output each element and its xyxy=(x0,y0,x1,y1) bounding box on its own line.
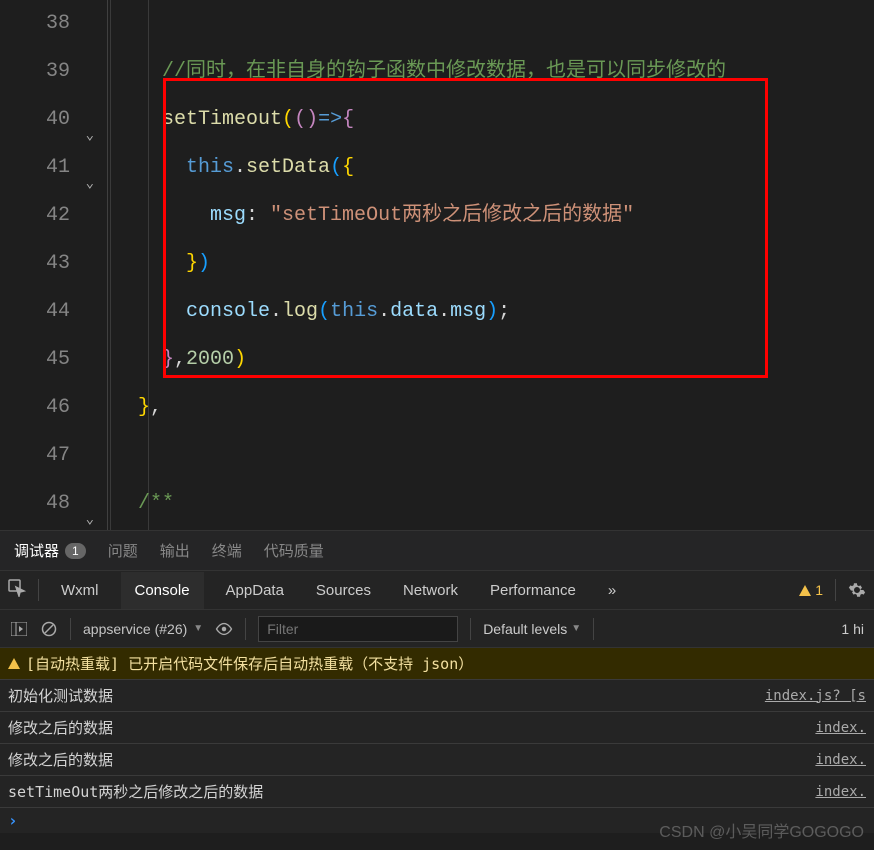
chevron-down-icon: ▼ xyxy=(193,623,203,634)
code-line: },2000) xyxy=(114,336,874,384)
eye-icon[interactable] xyxy=(215,620,233,638)
tab-debugger[interactable]: 调试器1 xyxy=(14,540,86,561)
console-source-link[interactable]: index. xyxy=(815,752,866,768)
console-source-link[interactable]: index. xyxy=(815,720,866,736)
console-message: 修改之后的数据 xyxy=(8,749,113,770)
console-source-link[interactable]: index. xyxy=(815,784,866,800)
line-number: 38 xyxy=(0,0,100,48)
clear-console-icon[interactable] xyxy=(40,620,58,638)
line-number: 47 xyxy=(0,432,100,480)
code-line: }, xyxy=(114,384,874,432)
tab-console[interactable]: Console xyxy=(121,572,204,609)
console-message: [自动热重载] 已开启代码文件保存后自动热重载（不支持 json） xyxy=(26,653,473,674)
filter-input[interactable] xyxy=(258,616,458,642)
chevron-down-icon: ▼ xyxy=(571,623,581,634)
code-line: setTimeout(()=>{ xyxy=(114,96,874,144)
console-row: 修改之后的数据 index. xyxy=(0,712,874,744)
line-number: 44 xyxy=(0,288,100,336)
inspect-element-icon[interactable] xyxy=(8,579,26,601)
line-number: 45 xyxy=(0,336,100,384)
console-row: setTimeOut两秒之后修改之后的数据 index. xyxy=(0,776,874,808)
tab-performance[interactable]: Performance xyxy=(480,582,586,599)
tab-code-quality[interactable]: 代码质量 xyxy=(264,540,324,561)
toggle-sidebar-icon[interactable] xyxy=(10,620,28,638)
warning-icon xyxy=(799,585,811,596)
code-line: //同时，在非自身的钩子函数中修改数据，也是可以同步修改的 xyxy=(114,48,874,96)
tab-network[interactable]: Network xyxy=(393,582,468,599)
devtools-tabs: Wxml Console AppData Sources Network Per… xyxy=(0,570,874,610)
tab-sources[interactable]: Sources xyxy=(306,582,381,599)
prompt-arrow-icon: › xyxy=(8,811,18,830)
code-line: msg: "setTimeOut两秒之后修改之后的数据" xyxy=(114,192,874,240)
debugger-badge: 1 xyxy=(65,543,86,559)
line-number: 40⌄ xyxy=(0,96,100,144)
warnings-badge[interactable]: 1 xyxy=(799,582,823,598)
console-output: [自动热重载] 已开启代码文件保存后自动热重载（不支持 json） 初始化测试数… xyxy=(0,648,874,833)
console-row-warn: [自动热重载] 已开启代码文件保存后自动热重载（不支持 json） xyxy=(0,648,874,680)
hidden-count: 1 hi xyxy=(841,621,864,637)
tab-issues[interactable]: 问题 xyxy=(108,540,138,561)
code-line: /** xyxy=(114,480,874,528)
code-area[interactable]: //同时，在非自身的钩子函数中修改数据，也是可以同步修改的 setTimeout… xyxy=(108,0,874,530)
line-number: 48⌄ xyxy=(0,480,100,528)
console-source-link[interactable]: index.js? [s xyxy=(765,688,866,704)
line-number: 46 xyxy=(0,384,100,432)
console-message: 初始化测试数据 xyxy=(8,685,113,706)
bottom-panel-tabs: 调试器1 问题 输出 终端 代码质量 xyxy=(0,530,874,570)
log-levels-select[interactable]: Default levels ▼ xyxy=(483,621,581,637)
tab-appdata[interactable]: AppData xyxy=(216,582,294,599)
tab-terminal[interactable]: 终端 xyxy=(212,540,242,561)
console-row: 初始化测试数据 index.js? [s xyxy=(0,680,874,712)
context-select[interactable]: appservice (#26) ▼ xyxy=(83,621,203,637)
line-number: 43 xyxy=(0,240,100,288)
tab-output[interactable]: 输出 xyxy=(160,540,190,561)
console-message: 修改之后的数据 xyxy=(8,717,113,738)
tab-wxml[interactable]: Wxml xyxy=(51,582,109,599)
line-gutter: 38 39 40⌄ 41⌄ 42 43 44 45 46 47 48⌄ xyxy=(0,0,108,530)
code-editor[interactable]: 38 39 40⌄ 41⌄ 42 43 44 45 46 47 48⌄ //同时… xyxy=(0,0,874,530)
line-number: 42 xyxy=(0,192,100,240)
line-number: 39 xyxy=(0,48,100,96)
code-line: this.setData({ xyxy=(114,144,874,192)
console-row: 修改之后的数据 index. xyxy=(0,744,874,776)
watermark: CSDN @小吴同学GOGOGO xyxy=(659,818,864,842)
warning-icon xyxy=(8,658,20,669)
code-line: }) xyxy=(114,240,874,288)
code-line: console.log(this.data.msg); xyxy=(114,288,874,336)
console-toolbar: appservice (#26) ▼ Default levels ▼ 1 hi xyxy=(0,610,874,648)
code-line xyxy=(114,0,874,48)
console-message: setTimeOut两秒之后修改之后的数据 xyxy=(8,781,263,802)
settings-icon[interactable] xyxy=(848,581,866,599)
fold-icon[interactable]: ⌄ xyxy=(86,496,94,544)
code-line xyxy=(114,432,874,480)
line-number: 41⌄ xyxy=(0,144,100,192)
tab-more[interactable]: » xyxy=(598,582,626,599)
